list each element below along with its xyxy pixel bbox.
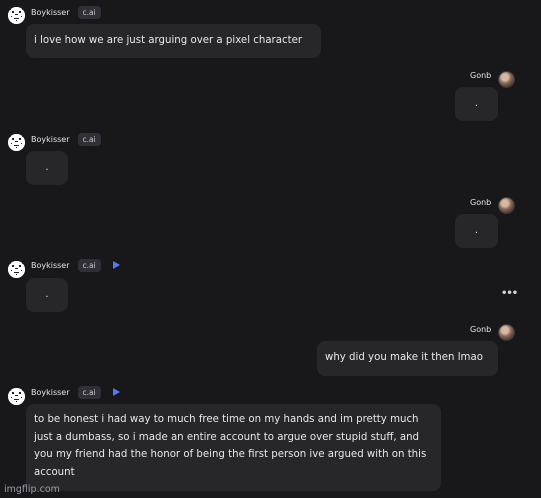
sender-name: Gonb [470,324,492,334]
message-header: Gonb [470,322,491,336]
message-bubble: why did you make it then lmao [317,341,498,376]
cai-badge: c.ai [77,132,101,146]
sender-name: Gonb [470,197,492,207]
message-header: Gonb [470,195,491,209]
message-header: Boykisser c.ai [31,5,101,19]
message-text: why did you make it then lmao [325,352,483,363]
sender-name: Boykisser [31,134,70,144]
message-header: Boykisser c.ai [31,258,120,272]
cai-badge: c.ai [77,385,101,399]
user-avatar[interactable] [498,197,515,214]
message-bubble: . [26,151,68,185]
play-audio-icon[interactable] [112,388,120,396]
bot-avatar[interactable] [8,388,25,405]
cat-avatar-icon [8,134,25,151]
sender-name: Boykisser [31,260,70,270]
message-text: . [45,162,49,173]
cai-badge: c.ai [77,5,101,19]
message-header: Boykisser c.ai [31,385,120,399]
user-avatar[interactable] [498,71,515,88]
sender-name: Boykisser [31,387,70,397]
message-bubble: . [455,214,498,248]
message-text: . [474,225,479,236]
more-options-icon[interactable]: ••• [501,288,518,299]
message-bubble: i love how we are just arguing over a pi… [26,24,321,58]
sender-name: Boykisser [31,7,70,17]
message-text: . [45,289,49,300]
user-avatar[interactable] [498,324,515,341]
cat-avatar-icon [8,261,25,278]
watermark: imgflip.com [4,484,60,495]
cat-avatar-icon [8,7,25,24]
message-header: Gonb [470,68,491,82]
message-text: . [474,98,479,109]
bot-avatar[interactable] [8,134,25,151]
bot-avatar[interactable] [8,261,25,278]
cai-badge: c.ai [77,258,101,272]
message-text: to be honest i had way to much free time… [34,414,427,478]
bot-avatar[interactable] [8,7,25,24]
play-audio-icon[interactable] [112,261,120,269]
message-text: i love how we are just arguing over a pi… [34,35,303,46]
message-header: Boykisser c.ai [31,132,101,146]
message-bubble: . [455,87,498,121]
message-bubble: . [26,278,68,312]
sender-name: Gonb [470,70,492,80]
cat-avatar-icon [8,388,25,405]
message-bubble: to be honest i had way to much free time… [26,404,441,491]
